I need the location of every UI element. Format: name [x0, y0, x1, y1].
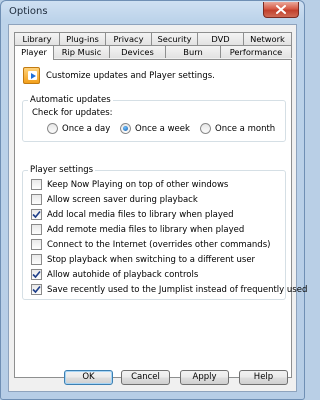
tab-burn[interactable]: Burn — [166, 45, 221, 58]
checkbox-allow-screen-saver[interactable]: Allow screen saver during playback — [31, 194, 198, 205]
checkbox-label: Connect to the Internet (overrides other… — [47, 239, 271, 250]
cancel-button[interactable]: Cancel — [121, 370, 170, 385]
ok-button[interactable]: OK — [64, 370, 113, 385]
player-settings-label: Player settings — [28, 165, 96, 175]
title-bar[interactable]: Options — [1, 1, 304, 23]
checkbox-label: Save recently used to the Jumplist inste… — [47, 284, 308, 295]
media-player-icon — [23, 67, 40, 84]
radio-label: Once a month — [215, 123, 276, 134]
tab-dvd[interactable]: DVD — [198, 32, 244, 45]
tab-rip-music[interactable]: Rip Music — [54, 45, 110, 58]
checkbox-allow-autohide[interactable]: Allow autohide of playback controls — [31, 269, 198, 280]
checkbox-label: Add local media files to library when pl… — [47, 209, 234, 220]
radio-label: Once a day — [62, 123, 111, 134]
checkbox-stop-playback[interactable]: Stop playback when switching to a differ… — [31, 254, 255, 265]
automatic-updates-label: Automatic updates — [28, 95, 113, 105]
apply-button[interactable]: Apply — [180, 370, 229, 385]
checkmark-icon — [32, 270, 41, 279]
radio-once-a-day[interactable]: Once a day — [47, 123, 110, 134]
checkbox-checked[interactable] — [31, 209, 42, 220]
radio-label: Once a week — [135, 123, 190, 134]
tab-privacy[interactable]: Privacy — [106, 32, 152, 45]
close-button[interactable] — [263, 2, 299, 18]
checkbox-label: Keep Now Playing on top of other windows — [47, 179, 229, 190]
help-button[interactable]: Help — [239, 370, 288, 385]
close-icon — [276, 5, 286, 14]
checkbox[interactable] — [31, 179, 42, 190]
checkbox-save-jumplist[interactable]: Save recently used to the Jumplist inste… — [31, 284, 307, 295]
tab-network[interactable]: Network — [244, 32, 292, 45]
radio-button[interactable] — [47, 123, 58, 134]
checkbox-add-local-media[interactable]: Add local media files to library when pl… — [31, 209, 233, 220]
panel-description: Customize updates and Player settings. — [46, 71, 215, 81]
checkmark-icon — [32, 210, 41, 219]
player-settings-group: Player settings Keep Now Playing on top … — [22, 165, 307, 300]
tab-player[interactable]: Player — [14, 45, 54, 60]
dialog-client-area: Library Plug-ins Privacy Security DVD Ne… — [8, 24, 307, 392]
check-for-updates-label: Check for updates: — [32, 108, 113, 118]
tab-row-front: Player Rip Music Devices Burn Performanc… — [14, 45, 292, 60]
tab-security[interactable]: Security — [152, 32, 198, 45]
checkbox[interactable] — [31, 194, 42, 205]
tab-plug-ins[interactable]: Plug-ins — [60, 32, 106, 45]
checkbox[interactable] — [31, 224, 42, 235]
checkbox-checked[interactable] — [31, 284, 42, 295]
checkmark-icon — [32, 285, 41, 294]
checkbox-label: Stop playback when switching to a differ… — [47, 254, 256, 265]
tab-library[interactable]: Library — [14, 32, 60, 45]
radio-button-selected[interactable] — [120, 123, 131, 134]
checkbox-label: Add remote media files to library when p… — [47, 224, 245, 235]
checkbox-connect-internet[interactable]: Connect to the Internet (overrides other… — [31, 239, 270, 250]
tab-row-back: Library Plug-ins Privacy Security DVD Ne… — [14, 32, 292, 45]
tab-performance[interactable]: Performance — [221, 45, 292, 58]
checkbox-add-remote-media[interactable]: Add remote media files to library when p… — [31, 224, 244, 235]
checkbox-checked[interactable] — [31, 269, 42, 280]
checkbox[interactable] — [31, 254, 42, 265]
radio-once-a-month[interactable]: Once a month — [200, 123, 275, 134]
window-title: Options — [9, 6, 48, 17]
radio-once-a-week[interactable]: Once a week — [120, 123, 190, 134]
checkbox[interactable] — [31, 239, 42, 250]
options-dialog: Options Library Plug-ins Privacy Securit… — [0, 0, 307, 400]
tab-devices[interactable]: Devices — [110, 45, 166, 58]
player-tab-panel: Customize updates and Player settings. A… — [14, 59, 307, 378]
checkbox-keep-now-playing[interactable]: Keep Now Playing on top of other windows — [31, 179, 228, 190]
radio-button[interactable] — [200, 123, 211, 134]
automatic-updates-group: Automatic updates Check for updates: Onc… — [22, 95, 286, 142]
checkbox-label: Allow screen saver during playback — [47, 194, 198, 205]
checkbox-label: Allow autohide of playback controls — [47, 269, 199, 280]
